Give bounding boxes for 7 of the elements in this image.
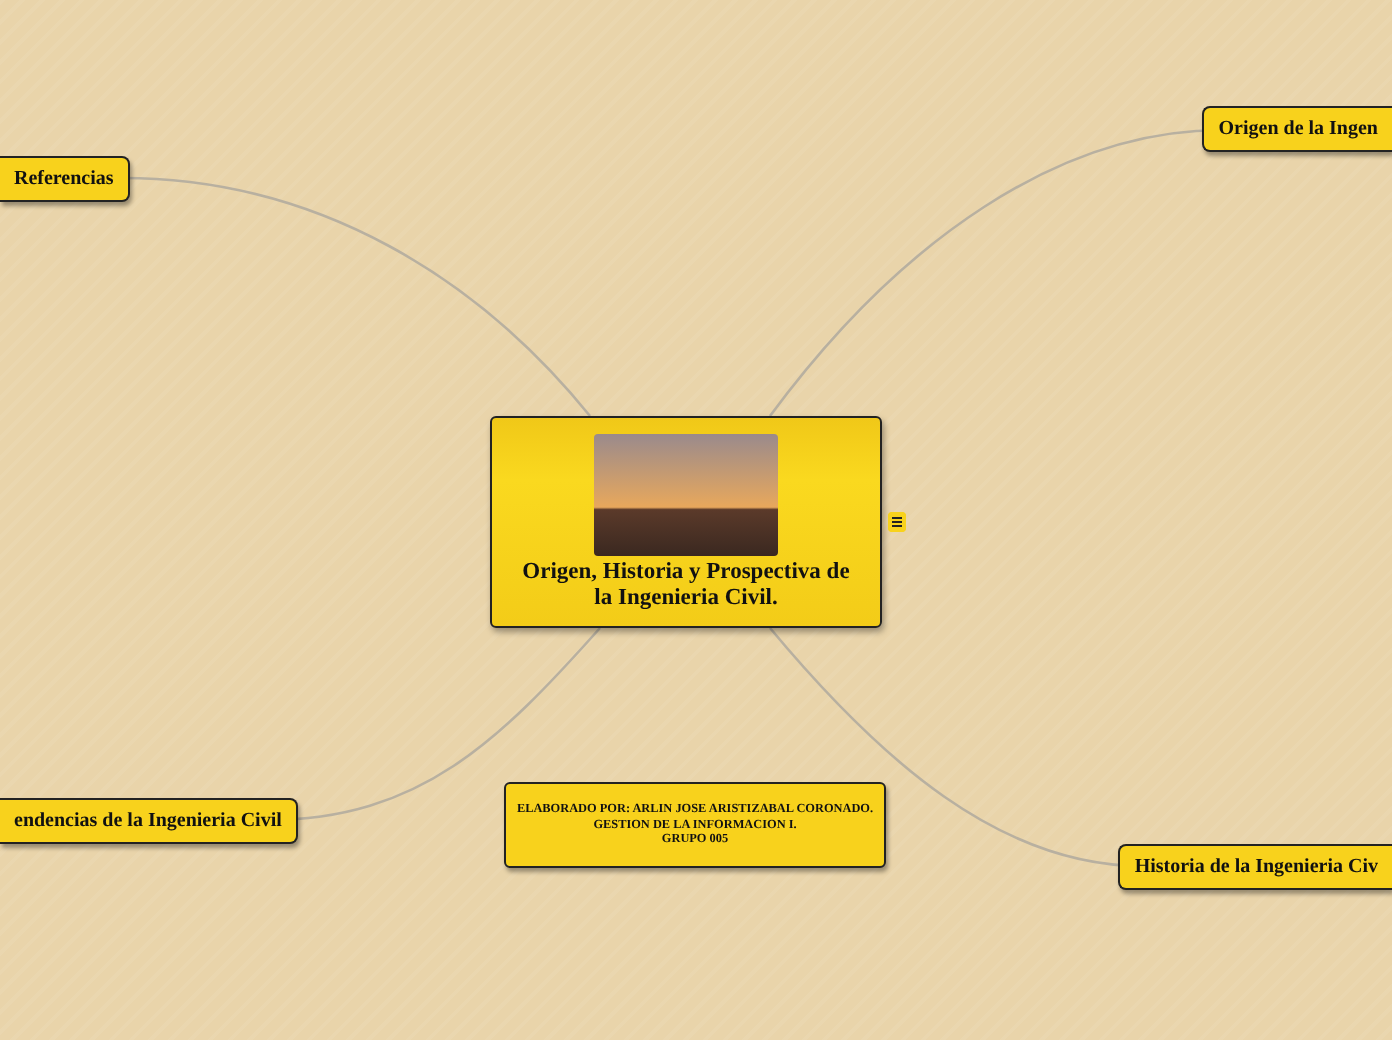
- central-topic-title: Origen, Historia y Prospectiva de la Ingenieria Civil.: [520, 560, 852, 613]
- notes-icon[interactable]: [888, 512, 906, 532]
- topic-node[interactable]: Historia de la Ingenieria Civ: [1118, 844, 1392, 890]
- topic-node[interactable]: Origen de la Ingen: [1202, 106, 1392, 152]
- topic-node[interactable]: endencias de la Ingenieria Civil: [0, 798, 298, 844]
- central-topic-node[interactable]: Origen, Historia y Prospectiva de la Ingenieria Civil.: [490, 416, 882, 628]
- topic-node[interactable]: Referencias: [0, 156, 130, 202]
